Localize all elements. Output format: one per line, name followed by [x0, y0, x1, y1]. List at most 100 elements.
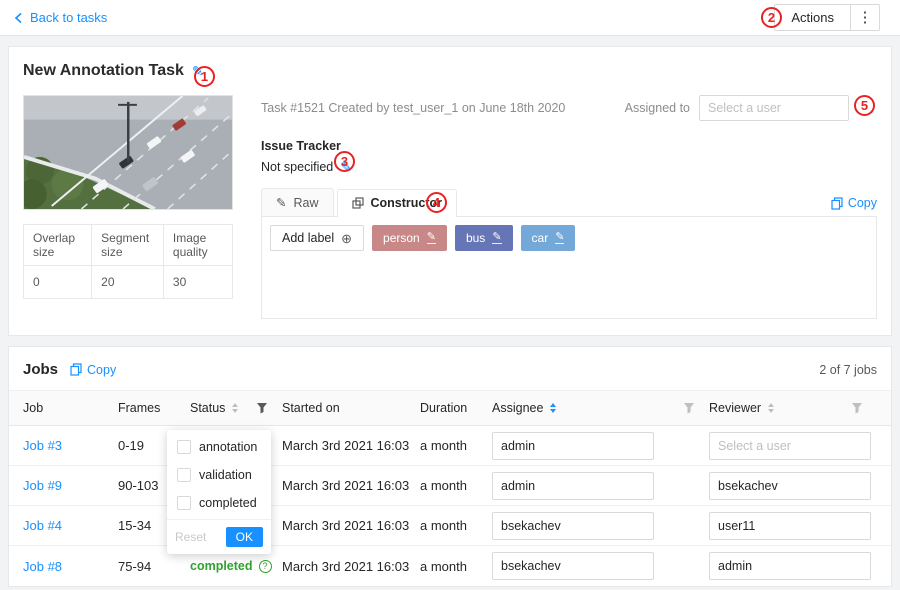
copy-icon — [831, 197, 843, 210]
edit-title-icon[interactable]: ✎ — [192, 64, 204, 78]
frames-cell: 75-94 — [118, 559, 190, 574]
filter-ok-button[interactable]: OK — [226, 527, 263, 547]
labels-tabs: ✎ Raw Constructor Copy Add label — [261, 188, 877, 319]
filter-option-completed[interactable]: completed — [167, 489, 271, 517]
status-cell: completed ? — [190, 559, 282, 573]
copy-icon — [70, 363, 82, 376]
task-meta: Task #1521 Created by test_user_1 on Jun… — [261, 101, 565, 115]
back-link-label: Back to tasks — [30, 10, 107, 25]
edit-label-icon[interactable]: ✎ — [555, 232, 564, 244]
filter-icon-reviewer[interactable] — [851, 402, 863, 414]
assignee-input[interactable] — [492, 472, 654, 500]
duration-cell: a month — [420, 559, 492, 574]
issue-tracker-label: Issue Tracker — [261, 139, 877, 153]
table-row: Job #3 0-19 March 3rd 2021 16:03 a month — [9, 426, 891, 466]
pencil-icon: ✎ — [276, 195, 286, 210]
job-link[interactable]: Job #8 — [23, 559, 62, 574]
table-row: Job #9 90-103 March 3rd 2021 16:03 a mon… — [9, 466, 891, 506]
assigned-to-label: Assigned to — [625, 101, 690, 115]
assignee-input[interactable] — [492, 552, 654, 580]
kebab-icon: ⋮ — [858, 9, 873, 26]
jobs-copy-link[interactable]: Copy — [70, 363, 116, 377]
checkbox-completed[interactable] — [177, 496, 191, 510]
label-tag-car[interactable]: car ✎ — [521, 225, 576, 251]
param-header-quality: Image quality — [163, 225, 232, 266]
tab-raw[interactable]: ✎ Raw — [261, 188, 334, 216]
table-row: Job #8 75-94 completed ? March 3rd 2021 … — [9, 546, 891, 586]
filter-reset-button[interactable]: Reset — [175, 530, 206, 544]
duration-cell: a month — [420, 518, 492, 533]
jobs-title: Jobs — [23, 361, 58, 378]
filter-icon-assignee[interactable] — [683, 402, 695, 414]
task-left-column: Overlap size Segment size Image quality … — [23, 95, 233, 319]
filter-icon-status[interactable] — [256, 402, 268, 414]
column-header-status[interactable]: Status — [190, 401, 282, 415]
param-value-overlap: 0 — [24, 266, 92, 299]
actions-button[interactable]: Actions — [774, 4, 851, 31]
labels-copy-link[interactable]: Copy — [831, 196, 877, 216]
column-header-frames[interactable]: Frames — [118, 401, 190, 415]
reviewer-input[interactable] — [709, 512, 871, 540]
task-parameters-table: Overlap size Segment size Image quality … — [23, 224, 233, 299]
jobs-card: Jobs Copy 2 of 7 jobs Job Frames Status … — [8, 346, 892, 587]
plus-circle-icon: ⊕ — [341, 232, 352, 245]
edit-label-icon[interactable]: ✎ — [492, 232, 501, 244]
actions-menu-button[interactable]: ⋮ — [850, 4, 880, 31]
param-header-segment: Segment size — [92, 225, 164, 266]
status-filter-dropdown: annotation validation completed Reset OK — [167, 430, 271, 554]
edit-label-icon[interactable]: ✎ — [427, 232, 436, 244]
sort-icon-reviewer[interactable] — [768, 403, 774, 413]
labels-constructor-pane: Add label ⊕ person ✎ bus ✎ car ✎ — [261, 217, 877, 319]
duration-cell: a month — [420, 478, 492, 493]
column-header-job[interactable]: Job — [23, 401, 118, 415]
issue-tracker-value: Not specified — [261, 160, 333, 174]
jobs-count: 2 of 7 jobs — [819, 363, 877, 377]
job-link[interactable]: Job #4 — [23, 518, 62, 533]
param-value-segment: 20 — [92, 266, 164, 299]
assignee-input[interactable] — [492, 512, 654, 540]
assigned-to-input[interactable] — [699, 95, 849, 121]
assignee-input[interactable] — [492, 432, 654, 460]
job-link[interactable]: Job #3 — [23, 438, 62, 453]
label-tag-person[interactable]: person ✎ — [372, 225, 447, 251]
back-to-tasks-link[interactable]: Back to tasks — [14, 10, 107, 25]
duration-cell: a month — [420, 438, 492, 453]
param-header-overlap: Overlap size — [24, 225, 92, 266]
edit-issue-tracker-icon[interactable]: ✎ — [340, 160, 352, 174]
checkbox-validation[interactable] — [177, 468, 191, 482]
column-header-duration[interactable]: Duration — [420, 401, 492, 415]
label-tag-bus[interactable]: bus ✎ — [455, 225, 513, 251]
task-card: New Annotation Task ✎ — [8, 46, 892, 336]
task-right-column: Task #1521 Created by test_user_1 on Jun… — [261, 95, 877, 319]
question-circle-icon[interactable]: ? — [259, 560, 272, 573]
filter-option-annotation[interactable]: annotation — [167, 433, 271, 461]
param-value-quality: 30 — [163, 266, 232, 299]
task-preview-image — [23, 95, 233, 210]
add-label-button[interactable]: Add label ⊕ — [270, 225, 364, 251]
jobs-header: Jobs Copy 2 of 7 jobs — [9, 347, 891, 390]
jobs-table-header: Job Frames Status Started on Duration As… — [9, 390, 891, 426]
column-header-started[interactable]: Started on — [282, 401, 420, 415]
topbar: Back to tasks Actions ⋮ — [0, 0, 900, 36]
sort-icon-status[interactable] — [232, 403, 238, 413]
column-header-reviewer[interactable]: Reviewer — [709, 401, 877, 415]
started-cell: March 3rd 2021 16:03 — [282, 478, 420, 493]
sort-icon-assignee[interactable] — [550, 403, 556, 413]
task-title-row: New Annotation Task ✎ — [23, 59, 877, 83]
started-cell: March 3rd 2021 16:03 — [282, 438, 420, 453]
reviewer-input[interactable] — [709, 472, 871, 500]
tab-constructor[interactable]: Constructor — [337, 189, 458, 217]
reviewer-input[interactable] — [709, 552, 871, 580]
assigned-to-group: Assigned to — [625, 95, 849, 121]
issue-tracker-block: Issue Tracker Not specified ✎ — [261, 139, 877, 174]
job-link[interactable]: Job #9 — [23, 478, 62, 493]
column-header-assignee[interactable]: Assignee — [492, 401, 709, 415]
block-icon — [352, 197, 364, 209]
filter-option-validation[interactable]: validation — [167, 461, 271, 489]
checkbox-annotation[interactable] — [177, 440, 191, 454]
table-row: Job #4 15-34 March 3rd 2021 16:03 a mont… — [9, 506, 891, 546]
started-cell: March 3rd 2021 16:03 — [282, 559, 420, 574]
task-title: New Annotation Task — [23, 62, 184, 80]
reviewer-input[interactable] — [709, 432, 871, 460]
started-cell: March 3rd 2021 16:03 — [282, 518, 420, 533]
